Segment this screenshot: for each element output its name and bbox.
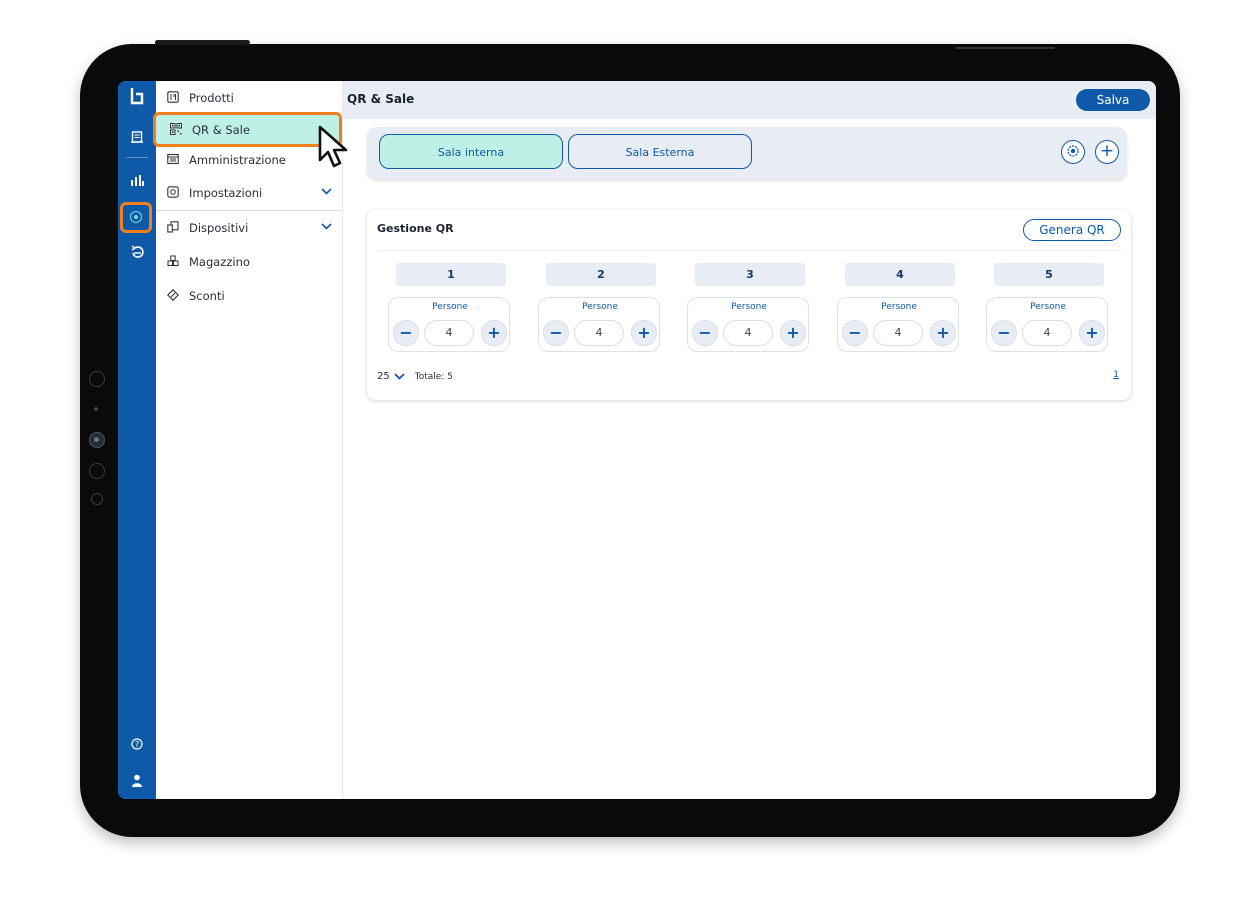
people-count-input[interactable]: 4 — [873, 320, 923, 346]
people-count-input[interactable]: 4 — [424, 320, 474, 346]
sidebar-item-qr-sale[interactable]: QR & Sale — [153, 112, 342, 147]
increment-button[interactable]: + — [780, 320, 806, 346]
people-stepper: Persone − 4 + — [986, 297, 1108, 352]
sidebar-item-label: Prodotti — [189, 90, 234, 105]
chart-icon[interactable] — [118, 174, 156, 190]
genera-qr-button[interactable]: Genera QR — [1023, 219, 1121, 241]
side-sensor — [89, 463, 105, 479]
tab-sala-interna[interactable]: Sala interna — [379, 134, 563, 169]
qr-icon — [169, 122, 183, 137]
decrement-button[interactable]: − — [543, 320, 569, 346]
help-icon[interactable]: ? — [118, 738, 156, 754]
card-title: Gestione QR — [377, 222, 454, 235]
side-sensor — [91, 493, 103, 505]
tablet-top-edge — [955, 47, 1055, 49]
decrement-button[interactable]: − — [692, 320, 718, 346]
sidebar-item-label: Magazzino — [189, 254, 250, 269]
top-bar: QR & Sale Salva — [343, 81, 1156, 119]
page-size-select[interactable]: 25 — [377, 371, 390, 382]
table-card: 3 Persone − 4 + — [687, 260, 817, 356]
gestione-qr-card: Gestione QR Genera QR 1 Persone − 4 + 2 … — [367, 210, 1131, 400]
app-screen: ? Prodotti QR & Sale Amministrazione Imp… — [118, 81, 1156, 799]
logo-icon[interactable] — [118, 86, 156, 111]
people-count-input[interactable]: 4 — [1022, 320, 1072, 346]
sidebar-item-dispositivi[interactable]: Dispositivi — [156, 211, 342, 244]
table-number: 3 — [695, 263, 805, 286]
persone-label: Persone — [881, 302, 917, 312]
sidebar-item-amministrazione[interactable]: Amministrazione — [156, 143, 342, 176]
people-count-input[interactable]: 4 — [574, 320, 624, 346]
side-dot — [94, 407, 98, 411]
persone-label: Persone — [582, 302, 618, 312]
pagination: 25 Totale: 5 — [377, 370, 453, 383]
rotate-icon[interactable] — [118, 245, 156, 263]
sidebar-item-label: QR & Sale — [192, 122, 250, 137]
plus-icon[interactable]: + — [1095, 140, 1119, 164]
decrement-button[interactable]: − — [393, 320, 419, 346]
rail-divider — [126, 157, 148, 158]
sidebar-menu: Prodotti QR & Sale Amministrazione Impos… — [153, 81, 343, 799]
people-count-input[interactable]: 4 — [723, 320, 773, 346]
sidebar-item-label: Dispositivi — [189, 220, 249, 235]
increment-button[interactable]: + — [481, 320, 507, 346]
chevron-down-icon[interactable] — [321, 220, 332, 233]
sidebar-item-label: Sconti — [189, 288, 225, 303]
warehouse-icon — [166, 255, 180, 269]
cursor-arrow-icon — [317, 124, 353, 174]
sidebar-item-magazzino[interactable]: Magazzino — [156, 245, 342, 278]
table-number: 1 — [396, 263, 506, 286]
table-card: 1 Persone − 4 + — [388, 260, 518, 356]
ledger-icon — [166, 153, 180, 167]
tablet-top-button — [155, 40, 250, 45]
page-link[interactable]: 1 — [1113, 370, 1119, 380]
table-number: 5 — [994, 263, 1104, 286]
table-card: 5 Persone − 4 + — [986, 260, 1116, 356]
people-stepper: Persone − 4 + — [837, 297, 959, 352]
people-stepper: Persone − 4 + — [687, 297, 809, 352]
persone-label: Persone — [731, 302, 767, 312]
persone-label: Persone — [1030, 302, 1066, 312]
persone-label: Persone — [432, 302, 468, 312]
card-divider — [377, 250, 1121, 251]
people-stepper: Persone − 4 + — [538, 297, 660, 352]
tab-sala-esterna[interactable]: Sala Esterna — [568, 134, 752, 169]
total-count: Totale: 5 — [414, 371, 453, 382]
icon-rail: ? — [118, 81, 156, 799]
sidebar-item-impostazioni[interactable]: Impostazioni — [156, 176, 342, 209]
chevron-down-icon[interactable] — [394, 370, 405, 383]
rooms-tabs-panel: Sala interna Sala Esterna + — [367, 127, 1127, 179]
people-stepper: Persone − 4 + — [388, 297, 510, 352]
side-sensor — [89, 371, 105, 387]
save-button[interactable]: Salva — [1076, 89, 1150, 111]
increment-button[interactable]: + — [1079, 320, 1105, 346]
table-number: 4 — [845, 263, 955, 286]
settings-icon — [166, 185, 180, 200]
main-content: QR & Sale Salva Sala interna Sala Estern… — [343, 81, 1156, 799]
table-card: 4 Persone − 4 + — [837, 260, 967, 356]
devices-icon — [166, 220, 180, 235]
table-number: 2 — [546, 263, 656, 286]
menu-icon — [166, 90, 180, 105]
sidebar-item-sconti[interactable]: Sconti — [156, 279, 342, 312]
page-title: QR & Sale — [347, 92, 415, 106]
increment-button[interactable]: + — [631, 320, 657, 346]
qr-settings-icon[interactable] — [120, 202, 152, 233]
decrement-button[interactable]: − — [991, 320, 1017, 346]
receipt-icon[interactable] — [118, 131, 156, 147]
decrement-button[interactable]: − — [842, 320, 868, 346]
user-icon[interactable] — [118, 774, 156, 791]
sidebar-item-label: Amministrazione — [189, 152, 286, 167]
discount-icon — [166, 288, 180, 303]
increment-button[interactable]: + — [930, 320, 956, 346]
gear-icon[interactable] — [1061, 140, 1085, 164]
table-card: 2 Persone − 4 + — [538, 260, 668, 356]
svg-text:?: ? — [135, 740, 139, 749]
camera-lens — [89, 432, 105, 448]
chevron-down-icon[interactable] — [321, 185, 332, 198]
sidebar-item-label: Impostazioni — [189, 185, 263, 200]
sidebar-item-prodotti[interactable]: Prodotti — [156, 81, 342, 114]
